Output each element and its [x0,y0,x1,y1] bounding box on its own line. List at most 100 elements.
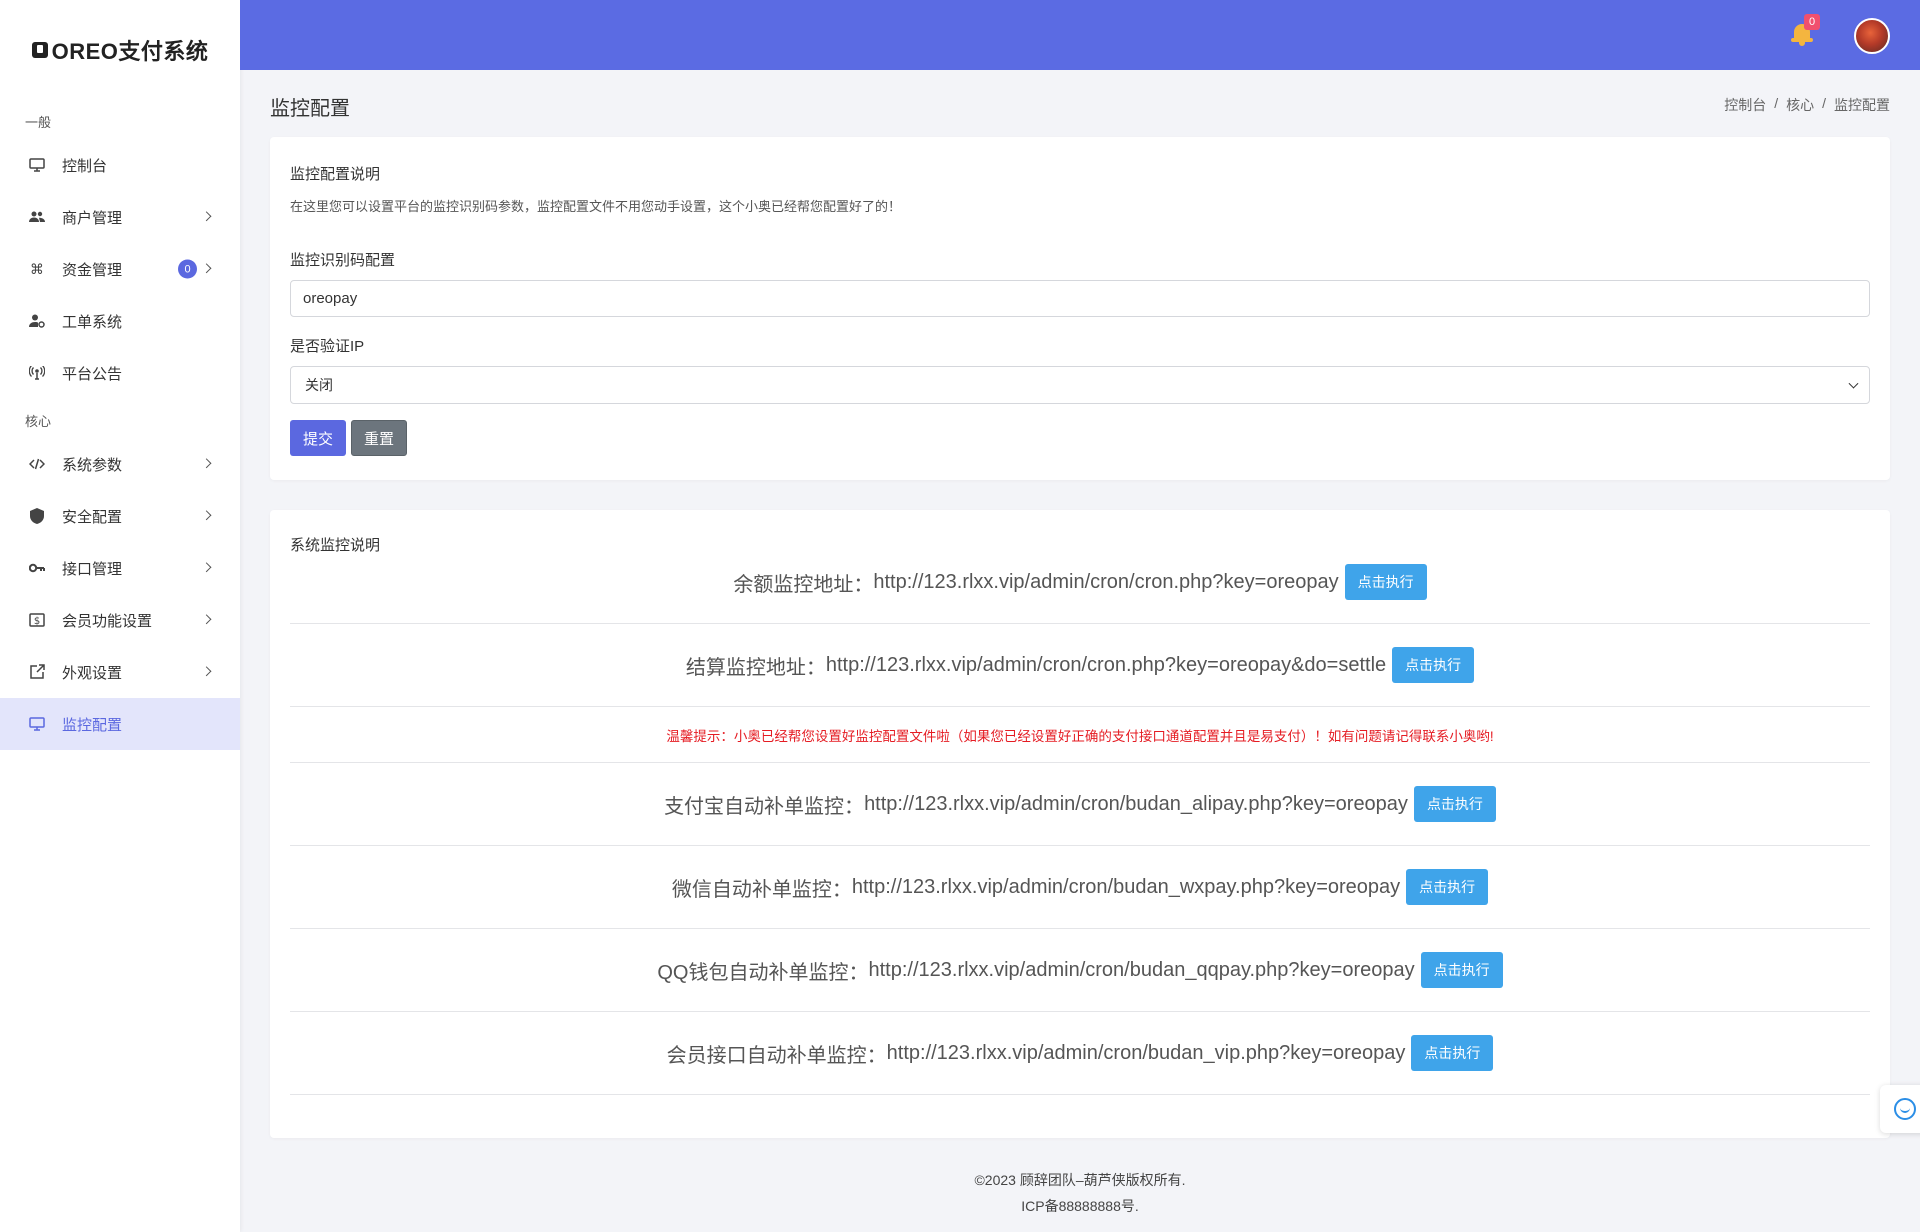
monitor-card: 系统监控说明 余额监控地址： http://123.rlxx.vip/admin… [270,510,1890,1138]
sidebar-item-merchants[interactable]: 商户管理 [0,191,240,243]
verify-ip-label: 是否验证IP [290,338,365,355]
execute-button[interactable]: 点击执行 [1413,786,1496,822]
form-actions: 提交 重置 [290,420,1870,456]
monitor-row-label: 支付宝自动补单监控： [664,795,865,818]
monitor-row-url: http://123.rlxx.vip/admin/cron/budan_vip… [886,1041,1406,1064]
help-icon [1894,1098,1916,1120]
monitor-row-wxpay: 微信自动补单监控： http://123.rlxx.vip/admin/cron… [290,846,1870,929]
chevron-right-icon [201,562,212,573]
user-avatar[interactable] [1854,18,1890,54]
brand-logo[interactable]: OREO支付系统 [0,0,240,100]
monitor-row-label: QQ钱包自动补单监控： [657,961,869,984]
users-icon [28,208,46,226]
monitor-row-url: http://123.rlxx.vip/admin/cron/cron.php?… [825,653,1387,676]
breadcrumb: 控制台 / 核心 / 监控配置 [1724,95,1890,115]
sidebar-item-system-params[interactable]: 系统参数 [0,438,240,490]
sidebar-item-funds[interactable]: ⌘ 资金管理 0 [0,243,240,295]
sidebar-item-label: 控制台 [62,157,108,175]
reset-button[interactable]: 重置 [351,420,407,456]
footer-copyright: ©2023 顾辞团队–葫芦侠版权所有. [974,1172,1186,1188]
floating-help-button[interactable] [1880,1085,1920,1133]
code-icon [28,455,46,473]
sidebar-item-label: 接口管理 [62,560,123,578]
sidebar-item-api[interactable]: 接口管理 [0,542,240,594]
monitor-row-label: 结算监控地址： [685,656,826,679]
monitor-list: 余额监控地址： http://123.rlxx.vip/admin/cron/c… [290,541,1870,1095]
sidebar-item-label: 安全配置 [62,508,123,526]
execute-button[interactable]: 点击执行 [1411,1035,1494,1071]
monitor-key-label: 监控识别码配置 [290,252,396,269]
monitor-key-input[interactable]: oreopay [290,280,1870,317]
sidebar-item-label: 外观设置 [62,664,123,682]
shield-icon [28,507,46,525]
sidebar-item-monitor-config[interactable]: 监控配置 [0,698,240,750]
sidebar-item-security[interactable]: 安全配置 [0,490,240,542]
config-card-title: 监控配置说明 [290,166,381,183]
monitor-icon [28,156,46,174]
monitor-row-qqpay: QQ钱包自动补单监控： http://123.rlxx.vip/admin/cr… [290,929,1870,1012]
page-title: 监控配置 [270,98,350,120]
chevron-right-icon [201,458,212,469]
command-icon: ⌘ [30,260,44,277]
broadcast-icon [28,364,46,382]
sidebar-item-dashboard[interactable]: 控制台 [0,139,240,191]
chevron-right-icon [201,666,212,677]
brand-title: OREO支付系统 [51,39,209,64]
footer-icp[interactable]: ICP备88888888号. [240,1196,1920,1216]
bell-clapper [1799,42,1805,46]
sidebar-item-label: 会员功能设置 [62,612,153,630]
sidebar-item-appearance[interactable]: 外观设置 [0,646,240,698]
external-icon [28,663,46,681]
footer: ©2023 顾辞团队–葫芦侠版权所有. ICP备88888888号. [240,1148,1920,1232]
execute-button[interactable]: 点击执行 [1344,564,1427,600]
monitor-row-balance: 余额监控地址： http://123.rlxx.vip/admin/cron/c… [290,541,1870,624]
sidebar: OREO支付系统 一般 控制台 商户管理 ⌘ 资金管理 0 工单系统 平台公告 … [0,0,240,1232]
monitor-icon [28,715,46,733]
chevron-down-icon [1848,378,1859,389]
chevron-right-icon [201,614,212,625]
svg-text:$: $ [34,616,40,627]
notification-count-badge: 0 [1804,14,1820,30]
sidebar-item-label: 资金管理 [62,261,123,279]
breadcrumb-item-core[interactable]: 核心 [1786,95,1814,115]
monitor-row-settle: 结算监控地址： http://123.rlxx.vip/admin/cron/c… [290,624,1870,707]
breadcrumb-item-dashboard[interactable]: 控制台 [1724,95,1766,115]
brand-icon [31,42,48,58]
sidebar-item-label: 平台公告 [62,365,123,383]
nav-section-general: 一般 [25,115,52,130]
breadcrumb-separator: / [1774,95,1779,111]
submit-button[interactable]: 提交 [290,420,346,456]
monitor-row-alipay: 支付宝自动补单监控： http://123.rlxx.vip/admin/cro… [290,763,1870,846]
monitor-row-vip: 会员接口自动补单监控： http://123.rlxx.vip/admin/cr… [290,1012,1870,1095]
config-card: 监控配置说明 在这里您可以设置平台的监控识别码参数，监控配置文件不用您动手设置，… [270,137,1890,480]
execute-button[interactable]: 点击执行 [1392,647,1475,683]
top-header: 0 [240,0,1920,70]
chevron-right-icon [201,211,212,222]
monitor-row-url: http://123.rlxx.vip/admin/cron/budan_qqp… [868,958,1415,981]
monitor-row-url: http://123.rlxx.vip/admin/cron/budan_ali… [864,792,1408,815]
sidebar-item-tickets[interactable]: 工单系统 [0,295,240,347]
notification-bell-icon[interactable]: 0 [1791,14,1820,46]
execute-button[interactable]: 点击执行 [1420,952,1503,988]
warning-notice: 温馨提示：小奥已经帮您设置好监控配置文件啦（如果您已经设置好正确的支付接口通道配… [290,707,1870,763]
breadcrumb-item-current: 监控配置 [1834,97,1890,113]
chevron-right-icon [201,263,212,274]
sidebar-item-label: 监控配置 [62,716,123,734]
key-icon [28,559,46,577]
monitor-row-url: http://123.rlxx.vip/admin/cron/cron.php?… [873,570,1339,593]
monitor-row-label: 会员接口自动补单监控： [666,1044,887,1067]
verify-ip-select[interactable]: 关闭 [290,366,1870,404]
sidebar-item-announcements[interactable]: 平台公告 [0,347,240,399]
dollar-box-icon: $ [28,611,46,629]
monitor-row-url: http://123.rlxx.vip/admin/cron/budan_wxp… [851,875,1401,898]
sidebar-item-label: 商户管理 [62,209,123,227]
nav-section-core: 核心 [25,414,52,429]
monitor-row-label: 余额监控地址： [733,573,874,596]
monitor-row-label: 微信自动补单监控： [671,878,852,901]
verify-ip-selected-value: 关闭 [305,377,333,393]
user-settings-icon [28,312,46,330]
sidebar-item-label: 工单系统 [62,313,123,331]
config-card-subtitle: 在这里您可以设置平台的监控识别码参数，监控配置文件不用您动手设置，这个小奥已经帮… [290,199,902,214]
sidebar-item-member-settings[interactable]: $ 会员功能设置 [0,594,240,646]
execute-button[interactable]: 点击执行 [1406,869,1489,905]
